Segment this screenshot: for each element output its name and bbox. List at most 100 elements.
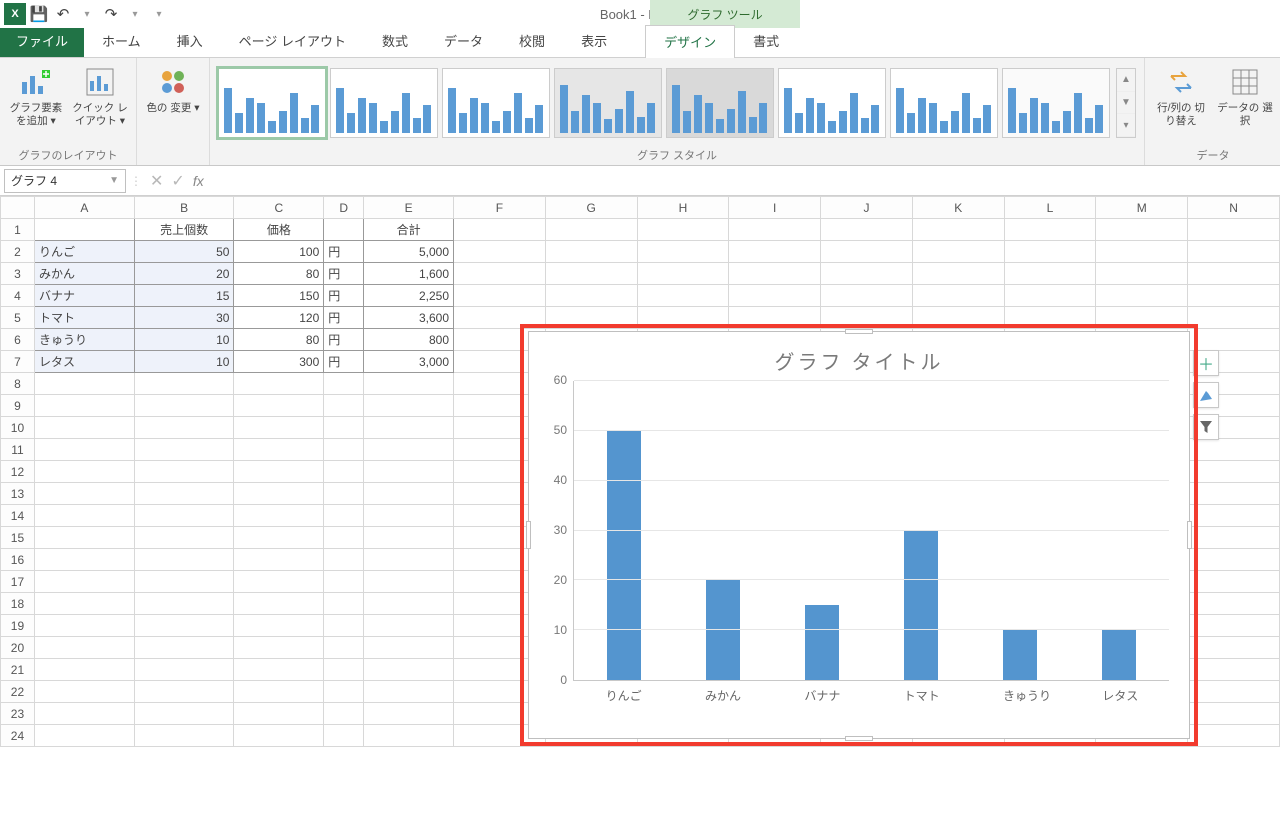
cell-L1[interactable]	[1004, 219, 1096, 241]
chart-handle-s[interactable]	[845, 736, 873, 741]
cell-E14[interactable]	[364, 505, 454, 527]
cell-A6[interactable]: きゅうり	[34, 329, 134, 351]
cell-C10[interactable]	[234, 417, 324, 439]
row-header-5[interactable]: 5	[1, 307, 35, 329]
cell-B22[interactable]	[134, 681, 234, 703]
cell-C9[interactable]	[234, 395, 324, 417]
chart-object[interactable]: グラフ タイトル 0102030405060 りんごみかんバナナトマトきゅうりレ…	[528, 331, 1190, 739]
cell-B8[interactable]	[134, 373, 234, 395]
cell-C2[interactable]: 100	[234, 241, 324, 263]
cell-E13[interactable]	[364, 483, 454, 505]
cell-A3[interactable]: みかん	[34, 263, 134, 285]
cell-E15[interactable]	[364, 527, 454, 549]
tab-review[interactable]: 校閲	[501, 25, 563, 57]
cell-N17[interactable]	[1188, 571, 1280, 593]
col-header-K[interactable]: K	[912, 197, 1004, 219]
quick-layout-button[interactable]: クイック レイアウト ▾	[72, 62, 128, 127]
cell-C7[interactable]: 300	[234, 351, 324, 373]
cell-C21[interactable]	[234, 659, 324, 681]
cell-K2[interactable]	[912, 241, 1004, 263]
row-header-13[interactable]: 13	[1, 483, 35, 505]
tab-formulas[interactable]: 数式	[364, 25, 426, 57]
cell-G4[interactable]	[545, 285, 637, 307]
bar-レタス[interactable]	[1102, 630, 1136, 680]
cell-H3[interactable]	[637, 263, 729, 285]
cell-N11[interactable]	[1188, 439, 1280, 461]
cell-B5[interactable]: 30	[134, 307, 234, 329]
cell-J5[interactable]	[821, 307, 913, 329]
cell-K1[interactable]	[912, 219, 1004, 241]
cell-E8[interactable]	[364, 373, 454, 395]
cell-E10[interactable]	[364, 417, 454, 439]
cell-L3[interactable]	[1004, 263, 1096, 285]
col-header-D[interactable]: D	[324, 197, 364, 219]
cell-F2[interactable]	[454, 241, 546, 263]
cell-A14[interactable]	[34, 505, 134, 527]
cell-C19[interactable]	[234, 615, 324, 637]
cell-J1[interactable]	[821, 219, 913, 241]
cell-N4[interactable]	[1188, 285, 1280, 307]
cell-E18[interactable]	[364, 593, 454, 615]
chart-style-thumb-3[interactable]	[442, 68, 550, 138]
tab-insert[interactable]: 挿入	[159, 25, 221, 57]
fx-icon[interactable]: fx	[193, 173, 204, 189]
cell-E12[interactable]	[364, 461, 454, 483]
cell-E19[interactable]	[364, 615, 454, 637]
bar-きゅうり[interactable]	[1003, 630, 1037, 680]
tab-design[interactable]: デザイン	[645, 25, 735, 58]
cell-B9[interactable]	[134, 395, 234, 417]
cell-N3[interactable]	[1188, 263, 1280, 285]
cell-A18[interactable]	[34, 593, 134, 615]
cell-D15[interactable]	[324, 527, 364, 549]
cell-D8[interactable]	[324, 373, 364, 395]
cell-H2[interactable]	[637, 241, 729, 263]
cell-G5[interactable]	[545, 307, 637, 329]
cell-B3[interactable]: 20	[134, 263, 234, 285]
add-chart-element-button[interactable]: グラフ要素 を追加 ▾	[8, 62, 64, 127]
cell-C3[interactable]: 80	[234, 263, 324, 285]
cell-D23[interactable]	[324, 703, 364, 725]
cell-D12[interactable]	[324, 461, 364, 483]
row-header-10[interactable]: 10	[1, 417, 35, 439]
cell-N23[interactable]	[1188, 703, 1280, 725]
cell-C22[interactable]	[234, 681, 324, 703]
cell-A9[interactable]	[34, 395, 134, 417]
cell-B15[interactable]	[134, 527, 234, 549]
redo-button[interactable]: ↷	[100, 3, 122, 25]
cell-N24[interactable]	[1188, 725, 1280, 747]
cell-A2[interactable]: りんご	[34, 241, 134, 263]
row-header-2[interactable]: 2	[1, 241, 35, 263]
cell-A1[interactable]	[34, 219, 134, 241]
row-header-19[interactable]: 19	[1, 615, 35, 637]
cell-D9[interactable]	[324, 395, 364, 417]
cell-D19[interactable]	[324, 615, 364, 637]
row-header-1[interactable]: 1	[1, 219, 35, 241]
cell-C4[interactable]: 150	[234, 285, 324, 307]
cell-N22[interactable]	[1188, 681, 1280, 703]
cell-E20[interactable]	[364, 637, 454, 659]
redo-dropdown[interactable]: ▾	[124, 3, 146, 25]
cell-I4[interactable]	[729, 285, 821, 307]
cell-B7[interactable]: 10	[134, 351, 234, 373]
cell-D10[interactable]	[324, 417, 364, 439]
cell-M3[interactable]	[1096, 263, 1188, 285]
cell-D21[interactable]	[324, 659, 364, 681]
cell-H4[interactable]	[637, 285, 729, 307]
cell-L5[interactable]	[1004, 307, 1096, 329]
cell-D1[interactable]	[324, 219, 364, 241]
cell-D2[interactable]: 円	[324, 241, 364, 263]
cell-D11[interactable]	[324, 439, 364, 461]
bar-りんご[interactable]	[607, 431, 641, 680]
tab-format[interactable]: 書式	[735, 25, 797, 57]
cell-B4[interactable]: 15	[134, 285, 234, 307]
row-header-24[interactable]: 24	[1, 725, 35, 747]
cell-N16[interactable]	[1188, 549, 1280, 571]
cell-B17[interactable]	[134, 571, 234, 593]
row-header-14[interactable]: 14	[1, 505, 35, 527]
cell-A10[interactable]	[34, 417, 134, 439]
cell-E17[interactable]	[364, 571, 454, 593]
cell-F3[interactable]	[454, 263, 546, 285]
bar-バナナ[interactable]	[805, 605, 839, 680]
chevron-down-icon[interactable]: ▼	[109, 175, 119, 186]
cell-C13[interactable]	[234, 483, 324, 505]
